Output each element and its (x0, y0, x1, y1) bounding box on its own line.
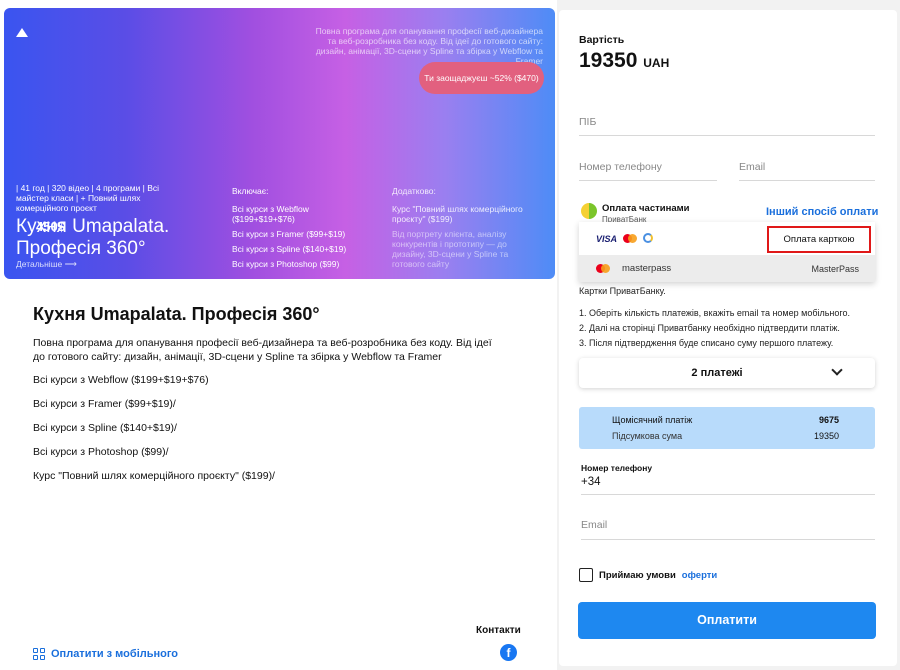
card-pay-option[interactable]: Оплата карткою (767, 226, 871, 253)
terms-agreement[interactable]: Приймаю умови оферти (579, 568, 717, 582)
course-line: Курс "Повний шлях комерційного проєкту" … (33, 470, 275, 482)
arrow-right-icon: ⟶ (64, 259, 77, 269)
extra-desc: Від портрету клієнта, аналізу конкуренті… (392, 229, 509, 269)
contacts-heading: Контакти (476, 625, 521, 636)
masterpass-option[interactable]: masterpass MasterPass (579, 255, 875, 282)
extra-title: Додатково: (392, 186, 436, 196)
installments-value: 2 платежі (691, 367, 743, 379)
facebook-icon[interactable]: f (500, 644, 517, 661)
phone-label: Номер телефону (581, 463, 653, 473)
banner-title: Кухня Umapalata. Професія 360° (16, 216, 170, 259)
mastercard-icon (623, 234, 637, 243)
payment-method-dropdown: VISA Оплата карткою masterpass MasterPas… (579, 222, 875, 282)
course-panel: Повна програма для опанування професії в… (0, 0, 557, 670)
banner-meta: 450$ | 41 год | 320 відео | 4 програми |… (16, 183, 176, 233)
course-line: Всі курси з Webflow ($199+$19+$76) (33, 374, 209, 386)
banner-meta-text: | 41 год | 320 відео | 4 програми | Всі … (16, 183, 160, 213)
course-description: Повна програма для опанування професії в… (33, 337, 492, 363)
more-link[interactable]: Детальніше ⟶ (16, 259, 77, 270)
masterpass-logo-text: masterpass (622, 263, 672, 274)
includes-item: Всі курси з Photoshop ($99) (232, 259, 340, 269)
terms-text: Приймаю умови (599, 569, 676, 581)
phone-input[interactable]: Номер телефону (579, 161, 717, 181)
price-label: Вартість (579, 34, 625, 46)
includes-list: Включає: Всі курси з Webflow ($199+$19+$… (232, 186, 372, 274)
course-line: Всі курси з Framer ($99+$19)/ (33, 398, 176, 410)
qr-code-icon (33, 648, 45, 660)
instruction-line: 1. Оберіть кількість платежів, вкажіть e… (579, 308, 850, 318)
terms-checkbox[interactable] (579, 568, 593, 582)
other-payment-method-link[interactable]: Інший спосіб оплати (766, 206, 878, 218)
more-label: Детальніше (16, 259, 63, 269)
masterpass-label: MasterPass (811, 264, 859, 274)
prostir-icon (643, 233, 653, 243)
email-input[interactable]: Email (739, 161, 875, 181)
includes-item: Всі курси з Spline ($140+$19) (232, 244, 347, 254)
price-value: 19350 (579, 49, 638, 72)
privatbank-cards-note: Картки ПриватБанку. (579, 286, 666, 296)
masterpass-icon (596, 264, 610, 273)
course-title: Кухня Umapalata. Професія 360° (33, 304, 320, 324)
extra-item: Курс "Повний шлях комерційного проєкту" … (392, 204, 523, 224)
instruction-line: 2. Далі на сторінці Приватбанку необхідн… (579, 323, 840, 333)
course-line: Всі курси з Spline ($140+$19)/ (33, 422, 177, 434)
savings-badge[interactable]: Ти заощаджуєш ~52% ($470) (419, 62, 544, 94)
pay-button[interactable]: Оплатити (578, 602, 876, 639)
extra-list: Додатково: Курс "Повний шлях комерційног… (392, 186, 542, 274)
full-name-input[interactable]: ПІБ (579, 116, 875, 136)
mobile-phone-input[interactable]: +34 (581, 476, 875, 495)
visa-icon: VISA (596, 234, 618, 244)
pay-from-mobile-link[interactable]: Оплатити з мобільного (33, 648, 178, 660)
total-value: 19350 (813, 431, 839, 441)
privatbank-partpay-icon (581, 203, 597, 219)
play-icon[interactable] (16, 28, 28, 37)
total-label: Підсумкова сума (612, 431, 683, 441)
course-banner: Повна програма для опанування професії в… (4, 8, 555, 279)
includes-title: Включає: (232, 186, 269, 196)
installments-select[interactable]: 2 платежі (579, 358, 875, 388)
course-line: Всі курси з Photoshop ($99)/ (33, 446, 169, 458)
monthly-value: 9675 (818, 415, 839, 425)
card-option[interactable]: VISA Оплата карткою (579, 222, 875, 255)
instruction-line: 3. Після підтвердження буде списано суму… (579, 338, 834, 348)
offer-link[interactable]: оферти (682, 570, 717, 581)
pay-from-mobile-label: Оплатити з мобільного (51, 648, 179, 660)
email-field[interactable]: Email (581, 519, 875, 540)
includes-item: Всі курси з Webflow ($199+$19+$76) (232, 204, 309, 224)
partpay-label[interactable]: Оплата частинами (602, 203, 690, 214)
price-currency: UAH (643, 56, 670, 70)
monthly-label: Щомісячний платіж (612, 415, 693, 425)
checkout-panel: Вартість 19350 UAH ПІБ Номер телефону Em… (559, 10, 897, 666)
payment-summary: Щомісячний платіж 9675 Підсумкова сума 1… (579, 407, 875, 449)
banner-top-text: Повна програма для опанування професії в… (315, 26, 543, 66)
includes-item: Всі курси з Framer ($99+$19) (232, 229, 346, 239)
price: 19350 UAH (579, 49, 669, 73)
